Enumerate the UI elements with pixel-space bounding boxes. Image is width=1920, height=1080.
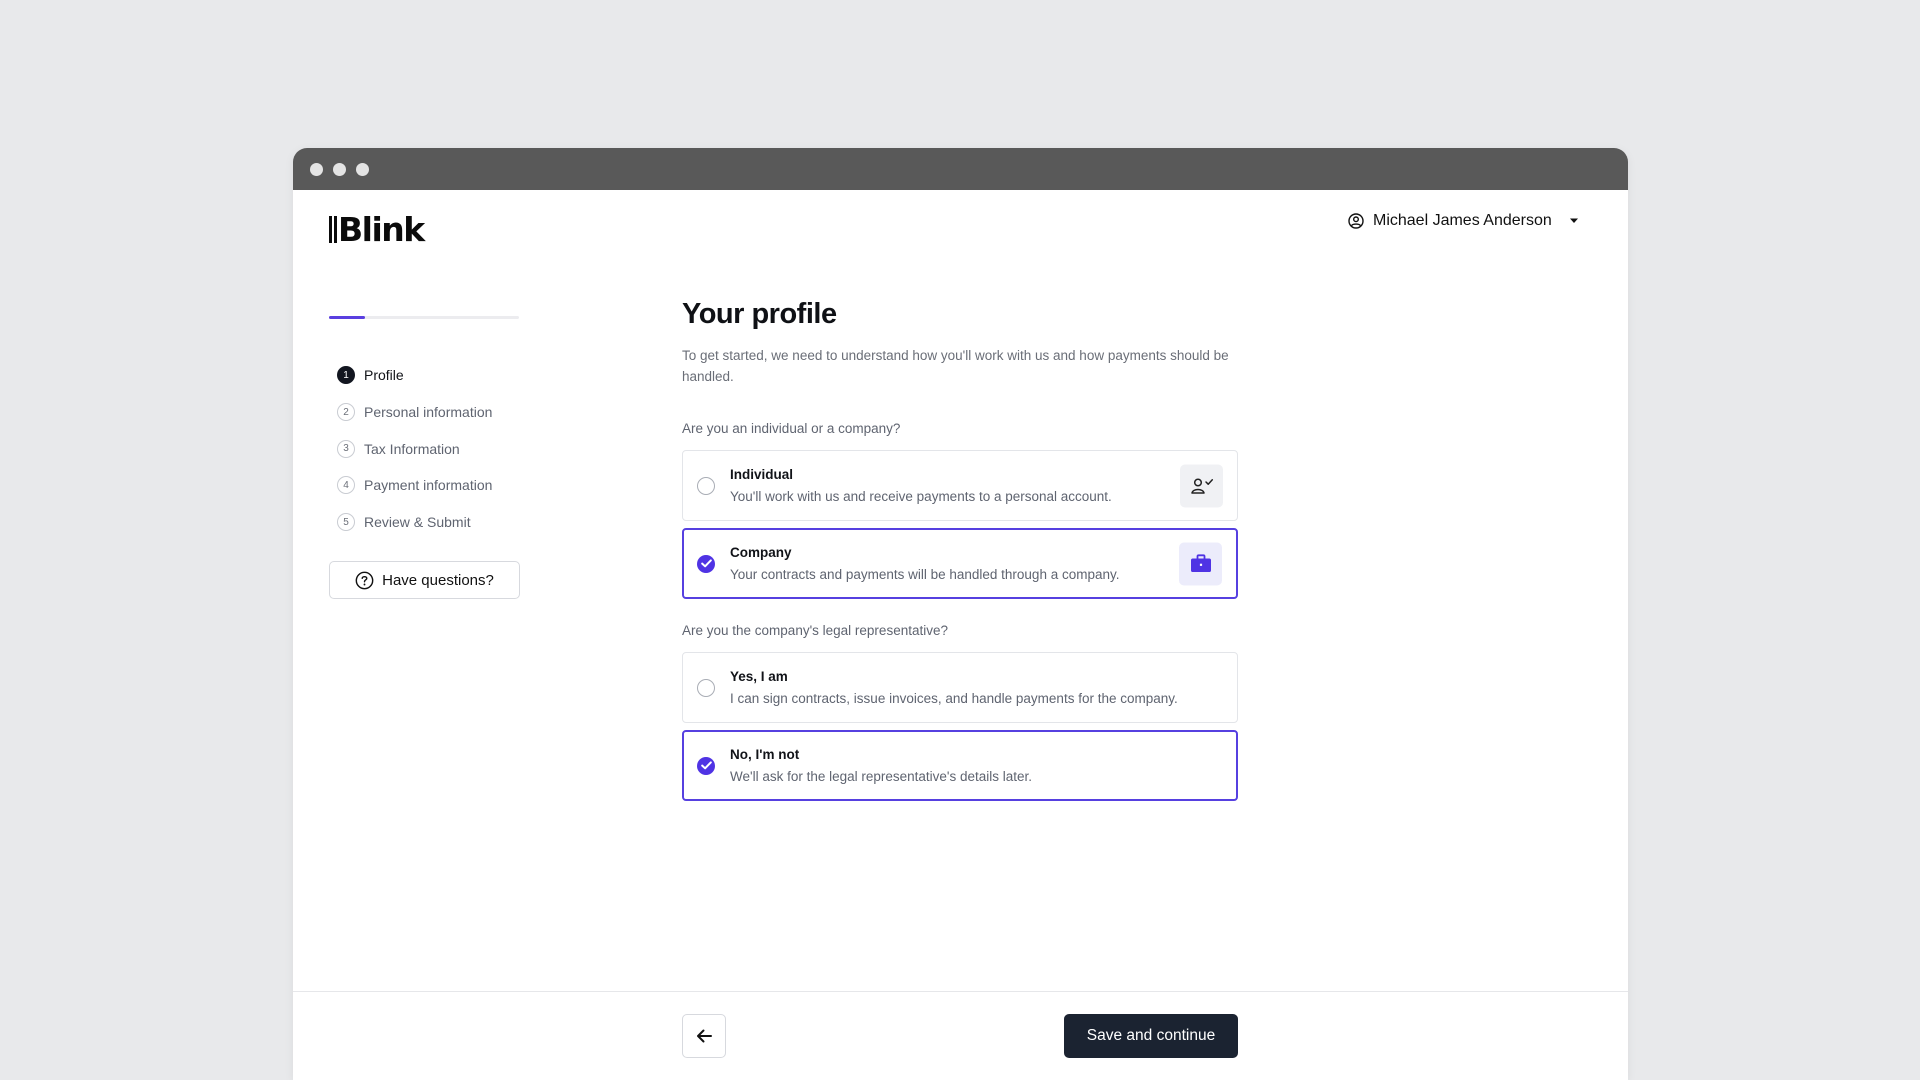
legal-representative-options: Yes, I am I can sign contracts, issue inv… xyxy=(682,652,1238,801)
step-number: 5 xyxy=(337,513,355,532)
entity-type-option-individual[interactable]: Individual You'll work with us and receiv… xyxy=(682,450,1238,521)
step-3[interactable]: 3 Tax Information xyxy=(337,430,492,467)
radio-unchecked[interactable] xyxy=(697,678,715,697)
option-description: Your contracts and payments will be hand… xyxy=(730,567,1120,582)
option-text: Yes, I am I can sign contracts, issue inv… xyxy=(730,669,1178,706)
legal-representative-option-yes-i-am[interactable]: Yes, I am I can sign contracts, issue inv… xyxy=(682,652,1238,723)
step-list: 1 Profile 2 Personal information 3 Tax Inform… xyxy=(337,357,492,540)
entity-type-options: Individual You'll work with us and receiv… xyxy=(682,450,1238,599)
window-titlebar xyxy=(293,148,1628,190)
user-name: Michael James Anderson xyxy=(1373,212,1552,229)
question-legal-representative: Are you the company's legal representati… xyxy=(682,623,948,638)
step-label: Profile xyxy=(364,367,404,384)
entity-type-option-company[interactable]: Company Your contracts and payments will … xyxy=(682,528,1238,599)
window-minimize-dot[interactable] xyxy=(333,162,346,176)
check-icon xyxy=(700,761,712,770)
step-number: 2 xyxy=(337,403,355,422)
question-circle-icon xyxy=(355,571,374,589)
onboarding-progress-bar xyxy=(329,316,519,319)
arrow-left-icon xyxy=(697,1029,712,1043)
question-entity-type: Are you an individual or a company? xyxy=(682,421,901,436)
step-label: Payment information xyxy=(364,477,493,494)
user-circle-icon xyxy=(1348,213,1364,229)
step-4[interactable]: 4 Payment information xyxy=(337,467,492,504)
window-maximize-dot[interactable] xyxy=(356,162,369,176)
caret-down-icon xyxy=(1569,218,1578,223)
option-text: No, I'm not We'll ask for the legal repre… xyxy=(730,747,1032,784)
step-label: Review & Submit xyxy=(364,514,471,531)
check-icon xyxy=(700,559,712,568)
user-check-icon xyxy=(1180,464,1223,507)
option-text: Company Your contracts and payments will … xyxy=(730,545,1120,582)
option-text: Individual You'll work with us and receiv… xyxy=(730,467,1112,504)
radio-checked[interactable] xyxy=(697,756,715,775)
browser-window: Blink Michael James Anderson 1 Profile 2 Pe… xyxy=(293,148,1628,1080)
step-number: 3 xyxy=(337,439,355,458)
step-label: Tax Information xyxy=(364,440,460,457)
step-number: 4 xyxy=(337,476,355,495)
have-questions-button[interactable]: Have questions? xyxy=(329,561,520,599)
profile-form: Your profile To get started, we need to … xyxy=(682,298,1238,808)
brand-name: Blink xyxy=(338,210,425,249)
page-title: Your profile xyxy=(682,298,837,330)
logo-mark xyxy=(329,216,337,243)
option-description: You'll work with us and receive payments… xyxy=(730,489,1112,504)
step-2[interactable]: 2 Personal information xyxy=(337,394,492,431)
option-title: No, I'm not xyxy=(730,747,800,762)
step-label: Personal information xyxy=(364,404,493,421)
option-description: I can sign contracts, issue invoices, an… xyxy=(730,691,1178,706)
option-description: We'll ask for the legal representative's… xyxy=(730,769,1033,784)
progress-fill xyxy=(329,316,366,319)
step-5[interactable]: 5 Review & Submit xyxy=(337,504,492,541)
option-title: Yes, I am xyxy=(730,669,788,684)
window-close-dot[interactable] xyxy=(310,162,323,176)
save-and-continue-button[interactable]: Save and continue xyxy=(1064,1014,1238,1058)
option-title: Individual xyxy=(730,467,794,482)
form-footer: Save and continue xyxy=(293,991,1628,1080)
radio-unchecked[interactable] xyxy=(697,476,715,495)
page-subtitle: To get started, we need to understand ho… xyxy=(682,348,1229,384)
option-title: Company xyxy=(730,545,792,560)
radio-checked[interactable] xyxy=(697,554,715,573)
back-button[interactable] xyxy=(682,1014,726,1058)
step-1[interactable]: 1 Profile xyxy=(337,357,492,394)
legal-representative-option-no-i-m-not[interactable]: No, I'm not We'll ask for the legal repre… xyxy=(682,730,1238,801)
briefcase-icon xyxy=(1179,542,1222,585)
step-number: 1 xyxy=(337,366,355,385)
user-menu[interactable]: Michael James Anderson xyxy=(1348,212,1579,230)
brand-logo[interactable]: Blink xyxy=(329,210,425,249)
have-questions-label: Have questions? xyxy=(382,571,494,589)
